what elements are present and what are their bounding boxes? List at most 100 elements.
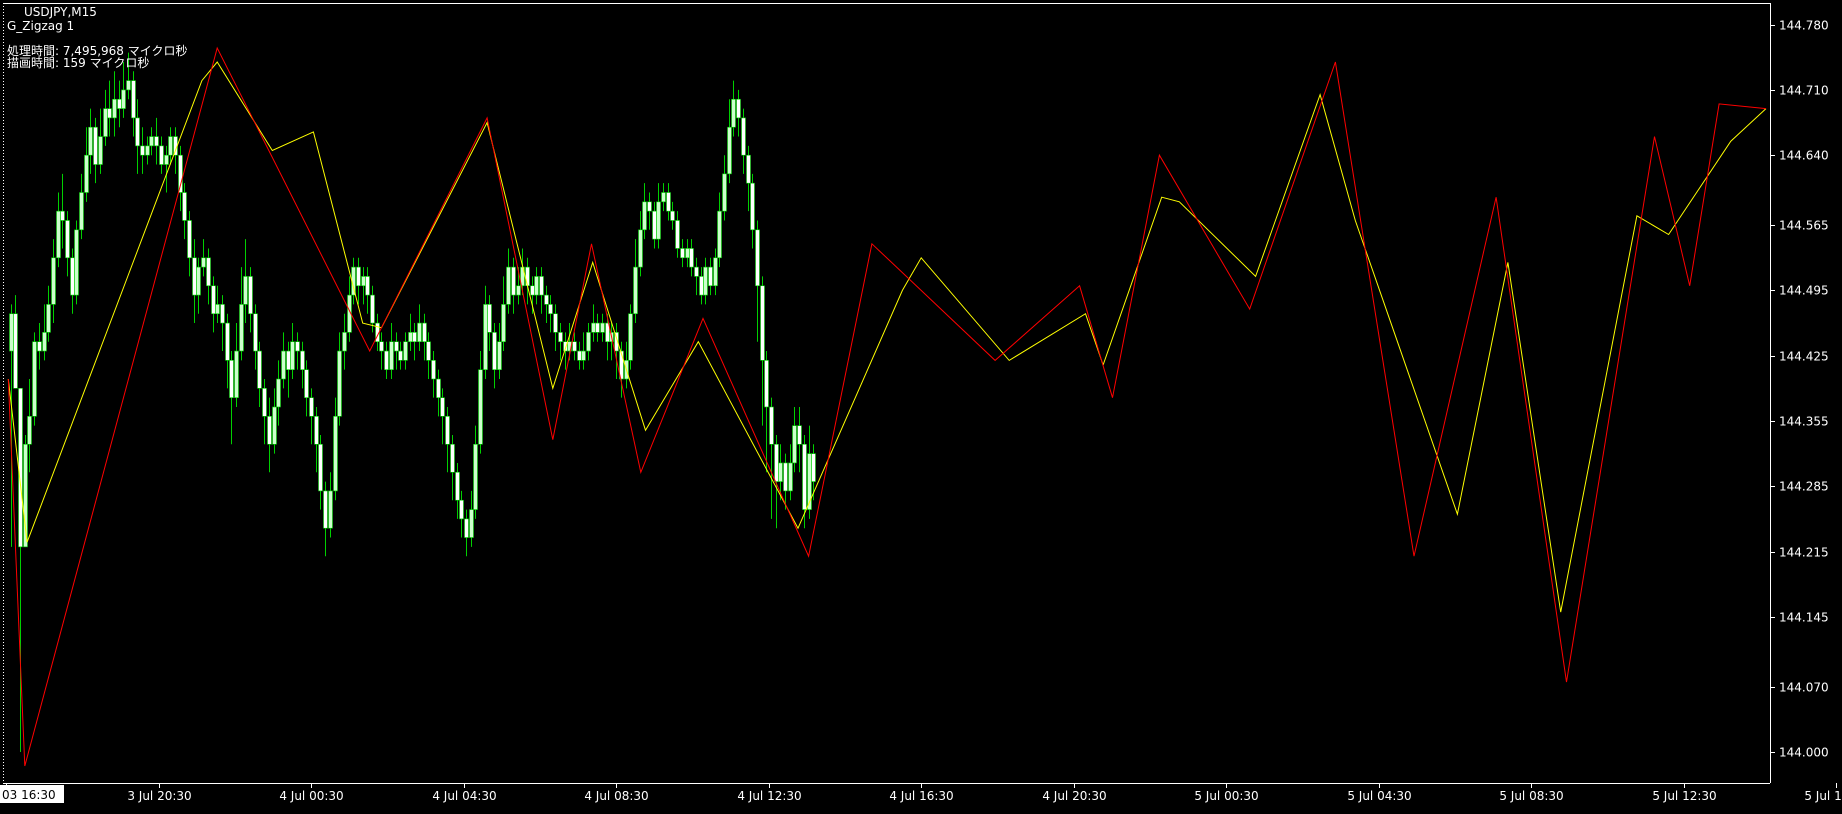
candle-body — [487, 304, 492, 333]
candle-body — [239, 304, 244, 352]
candle-body — [670, 210, 675, 221]
candle-body — [788, 462, 793, 492]
candle — [74, 220, 79, 305]
candle-body — [187, 220, 192, 259]
candle-body — [450, 443, 455, 473]
time-tick-label: 5 Jul 04:30 — [1347, 789, 1411, 803]
candle-body — [666, 192, 671, 212]
time-tick-label: 4 Jul 16:30 — [889, 789, 953, 803]
candle-body — [74, 229, 79, 296]
candle-body — [328, 490, 333, 529]
candle-body — [93, 126, 98, 165]
time-tick-label: 4 Jul 04:30 — [432, 789, 496, 803]
time-cursor-label: 03 16:30 — [2, 788, 56, 802]
candle-body — [633, 266, 638, 315]
candle-body — [699, 276, 704, 296]
candle-body — [51, 257, 56, 305]
candle-body — [764, 360, 769, 408]
candle-body — [192, 257, 197, 296]
candle-body — [384, 350, 389, 370]
candle-body — [121, 89, 126, 109]
candle-body — [661, 192, 666, 203]
candle-body — [403, 341, 408, 361]
candle-body — [178, 154, 183, 193]
candle-body — [32, 341, 37, 417]
candle-body — [586, 332, 591, 352]
candle-body — [215, 304, 220, 315]
candle-body — [455, 471, 460, 501]
candle-body — [98, 136, 103, 165]
candle-body — [656, 201, 661, 240]
candle-body — [389, 341, 394, 370]
candle-body — [431, 360, 436, 380]
chart-window[interactable]: 144.780 144.710 144.640 144.565 144.495 144.4… — [0, 0, 1842, 810]
time-tick-label: 5 Jul 00:30 — [1194, 789, 1258, 803]
candle-body — [234, 350, 239, 398]
candle-body — [516, 285, 521, 296]
candle-body — [694, 266, 699, 277]
candle-body — [300, 350, 305, 370]
candle-body — [394, 341, 399, 352]
candle-body — [295, 341, 300, 352]
candle-body — [135, 117, 140, 147]
candle-body — [652, 210, 657, 240]
candle-body — [703, 266, 708, 296]
candle-body — [79, 192, 84, 231]
candle — [32, 332, 37, 426]
price-tick-label: 144.070 — [1779, 681, 1829, 695]
candle-body — [27, 416, 32, 445]
candle-body — [154, 136, 159, 147]
price-tick-label: 144.710 — [1779, 84, 1829, 98]
candle-body — [103, 108, 108, 137]
candle-body — [267, 416, 272, 445]
candle-body — [722, 173, 727, 212]
candle-body — [727, 126, 732, 175]
candle-body — [333, 416, 338, 492]
candle-body — [525, 266, 530, 287]
candle-body — [379, 341, 384, 352]
candle-body — [408, 332, 413, 343]
candle-body — [323, 490, 328, 529]
candle-body — [56, 210, 61, 259]
candle-body — [478, 369, 483, 445]
time-tick-label: 4 Jul 00:30 — [279, 789, 343, 803]
candle-body — [511, 266, 516, 296]
price-chart[interactable]: 144.780 144.710 144.640 144.565 144.495 144.4… — [0, 0, 1842, 810]
candle-body — [558, 332, 563, 343]
candle-body — [112, 98, 117, 119]
candle-body — [534, 276, 539, 296]
candle-body — [680, 248, 685, 259]
candle-body — [577, 350, 582, 361]
candle-body — [46, 304, 51, 333]
candle-body — [182, 192, 187, 221]
candle-body — [253, 313, 258, 352]
candle-body — [685, 248, 690, 259]
candle-body — [149, 136, 154, 147]
candle-body — [318, 443, 323, 492]
candle-body — [628, 313, 633, 361]
candle-body — [117, 98, 122, 109]
price-tick-label: 144.145 — [1779, 611, 1829, 625]
candle-body — [501, 304, 506, 343]
candle-body — [755, 229, 760, 287]
time-tick-label: 5 Jul 12:30 — [1652, 789, 1716, 803]
candle-body — [13, 313, 18, 389]
candle-body — [553, 313, 558, 333]
candle-body — [797, 425, 802, 445]
candle-body — [689, 248, 694, 268]
candle-body — [783, 462, 788, 492]
candle-body — [675, 220, 680, 249]
candle-body — [60, 210, 65, 221]
candle-body — [741, 117, 746, 156]
price-tick-label: 144.000 — [1779, 746, 1829, 760]
candle-body — [544, 294, 549, 305]
candle-body — [774, 443, 779, 482]
candle-body — [140, 145, 145, 156]
time-tick-label: 4 Jul 20:30 — [1042, 789, 1106, 803]
candle-body — [717, 210, 722, 259]
candle-body — [225, 322, 230, 361]
candle-body — [708, 266, 713, 287]
candle-body — [342, 332, 347, 352]
candle-body — [220, 304, 225, 324]
candle-body — [314, 416, 319, 445]
